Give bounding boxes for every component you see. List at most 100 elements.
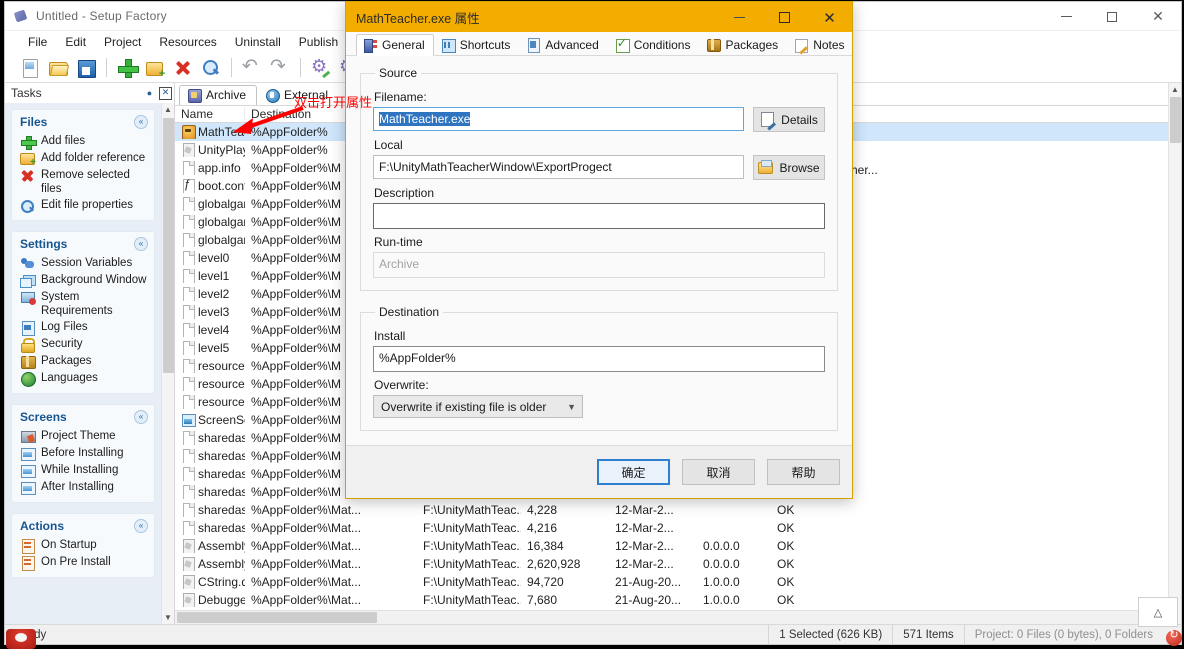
file-properties-button[interactable] bbox=[198, 55, 224, 81]
task-system-requirements[interactable]: System Requirements bbox=[12, 289, 154, 319]
img-file-icon bbox=[181, 413, 196, 427]
task-after-installing[interactable]: After Installing bbox=[12, 479, 154, 496]
scrollbar-thumb[interactable] bbox=[162, 118, 174, 373]
tab-conditions[interactable]: Conditions bbox=[608, 34, 700, 55]
table-row[interactable]: Assembly-... %AppFolder%\Mat... F:\UnityMa… bbox=[175, 555, 1168, 573]
menu-edit[interactable]: Edit bbox=[56, 33, 95, 51]
file-properties-dialog: MathTeacher.exe 属性 ✕ General Shortcuts A… bbox=[345, 1, 853, 499]
task-packages[interactable]: Packages bbox=[12, 353, 154, 370]
advanced-icon bbox=[526, 38, 541, 53]
task-project-theme[interactable]: Project Theme bbox=[12, 428, 154, 445]
menu-resources[interactable]: Resources bbox=[150, 33, 225, 51]
cell-value: sharedasse... bbox=[198, 485, 245, 499]
new-document-button[interactable] bbox=[17, 55, 43, 81]
scrollbar-thumb[interactable] bbox=[177, 612, 377, 623]
description-input[interactable] bbox=[373, 203, 825, 229]
dialog-maximize-button[interactable] bbox=[762, 2, 807, 33]
conditions-checkmark-icon bbox=[615, 36, 630, 53]
scroll-down-chevron-icon[interactable]: ▼ bbox=[162, 611, 175, 624]
tasks-pane-scrollbar[interactable]: ▲ ▼ bbox=[161, 103, 174, 624]
task-on-pre-install[interactable]: On Pre Install bbox=[12, 554, 154, 571]
task-while-installing[interactable]: While Installing bbox=[12, 462, 154, 479]
refresh-badge-icon[interactable] bbox=[1166, 628, 1182, 646]
details-button[interactable]: Details bbox=[753, 107, 825, 132]
open-project-button[interactable] bbox=[45, 55, 71, 81]
file-file-icon bbox=[181, 233, 195, 247]
table-row[interactable]: DemiLib.dll%AppFolder%\Mat...F:\UnityMat… bbox=[175, 609, 1168, 610]
task-edit-file-properties[interactable]: Edit file properties bbox=[12, 197, 154, 214]
add-files-button[interactable] bbox=[114, 55, 140, 81]
scroll-up-chevron-icon[interactable]: ▲ bbox=[162, 103, 175, 116]
task-session-variables[interactable]: Session Variables bbox=[12, 255, 154, 272]
file-file-icon bbox=[181, 485, 195, 499]
ok-button[interactable]: 确定 bbox=[597, 459, 670, 485]
menu-project[interactable]: Project bbox=[95, 33, 150, 51]
task-log-files[interactable]: Log Files bbox=[12, 319, 154, 336]
table-row[interactable]: CString.dll %AppFolder%\Mat... F:\UnityMat… bbox=[175, 573, 1168, 591]
cancel-button[interactable]: 取消 bbox=[682, 459, 755, 485]
add-folder-button[interactable] bbox=[142, 55, 168, 81]
tray-app-icon[interactable] bbox=[6, 629, 36, 649]
collapse-chevron-up-icon[interactable]: « bbox=[134, 519, 148, 533]
browse-button[interactable]: Browse bbox=[753, 155, 825, 180]
task-add-files[interactable]: Add files bbox=[12, 133, 154, 150]
column-header-name[interactable]: Name bbox=[175, 107, 245, 121]
task-security[interactable]: Security bbox=[12, 336, 154, 353]
auto-hide-icon[interactable]: ● bbox=[143, 87, 156, 100]
remove-files-button[interactable] bbox=[170, 55, 196, 81]
task-group-header[interactable]: Screens « bbox=[12, 405, 154, 428]
local-input[interactable]: F:\UnityMathTeacherWindow\ExportProgect bbox=[373, 155, 744, 179]
redo-button[interactable] bbox=[267, 55, 293, 81]
scroll-up-chevron-icon[interactable]: ▲ bbox=[1169, 83, 1182, 96]
task-add-folder-reference[interactable]: Add folder reference bbox=[12, 150, 154, 167]
tab-packages[interactable]: Packages bbox=[699, 34, 787, 55]
table-row[interactable]: Debugger.dll %AppFolder%\Mat... F:\UnityMa… bbox=[175, 591, 1168, 609]
dialog-close-button[interactable]: ✕ bbox=[807, 2, 852, 33]
save-project-button[interactable] bbox=[73, 55, 99, 81]
overwrite-select[interactable]: Overwrite if existing file is older ▼ bbox=[373, 395, 583, 418]
undo-button[interactable] bbox=[239, 55, 265, 81]
filename-input[interactable]: MathTeacher.exe bbox=[373, 107, 744, 131]
task-group-header[interactable]: Files « bbox=[12, 110, 154, 133]
runtime-input: Archive bbox=[373, 252, 825, 278]
minimize-button[interactable] bbox=[1043, 2, 1089, 31]
cell-date: 12-Mar-2... bbox=[615, 557, 674, 571]
install-input[interactable]: %AppFolder% bbox=[373, 346, 825, 372]
collapse-chevron-up-icon[interactable]: « bbox=[134, 115, 148, 129]
cell-name: globalgam... bbox=[175, 233, 245, 247]
menu-file[interactable]: File bbox=[19, 33, 56, 51]
tab-label: Archive bbox=[206, 88, 247, 102]
tab-advanced[interactable]: Advanced bbox=[519, 34, 607, 55]
task-languages[interactable]: Languages bbox=[12, 370, 154, 387]
close-icon[interactable]: ✕ bbox=[159, 86, 172, 100]
close-button[interactable]: ✕ bbox=[1135, 2, 1181, 31]
tab-external[interactable]: External bbox=[257, 85, 339, 105]
tab-general[interactable]: General bbox=[356, 34, 434, 56]
task-remove-selected-files[interactable]: Remove selected files bbox=[12, 167, 154, 197]
table-row[interactable]: sharedasse... %AppFolder%\Mat... F:\UnityM… bbox=[175, 519, 1168, 537]
maximize-button[interactable] bbox=[1089, 2, 1135, 31]
help-button[interactable]: 帮助 bbox=[767, 459, 840, 485]
tab-notes[interactable]: Notes bbox=[787, 34, 853, 55]
scrollbar-thumb[interactable] bbox=[1169, 97, 1181, 143]
task-before-installing[interactable]: Before Installing bbox=[12, 445, 154, 462]
collapse-chevron-up-icon[interactable]: « bbox=[134, 410, 148, 424]
files-vertical-scrollbar[interactable]: ▲ ▼ bbox=[1168, 83, 1181, 624]
task-on-startup[interactable]: On Startup bbox=[12, 537, 154, 554]
dialog-minimize-button[interactable] bbox=[717, 2, 762, 33]
new-document-icon bbox=[20, 58, 40, 78]
cell-size: 2,620,928 bbox=[527, 557, 581, 571]
task-group-header[interactable]: Settings « bbox=[12, 232, 154, 255]
tab-archive[interactable]: Archive bbox=[179, 85, 258, 105]
tab-shortcuts[interactable]: Shortcuts bbox=[434, 34, 520, 55]
task-background-window[interactable]: Background Window bbox=[12, 272, 154, 289]
menu-publish[interactable]: Publish bbox=[290, 33, 347, 51]
table-row[interactable]: Assembly-... %AppFolder%\Mat... F:\UnityMa… bbox=[175, 537, 1168, 555]
menu-uninstall[interactable]: Uninstall bbox=[226, 33, 290, 51]
task-group-header[interactable]: Actions « bbox=[12, 514, 154, 537]
table-row[interactable]: sharedasse... %AppFolder%\Mat... F:\UnityM… bbox=[175, 501, 1168, 519]
build-button[interactable] bbox=[308, 55, 334, 81]
files-horizontal-scrollbar[interactable] bbox=[175, 610, 1168, 624]
source-group: Source Filename: MathTeacher.exe Details… bbox=[360, 66, 838, 291]
collapse-chevron-up-icon[interactable]: « bbox=[134, 237, 148, 251]
